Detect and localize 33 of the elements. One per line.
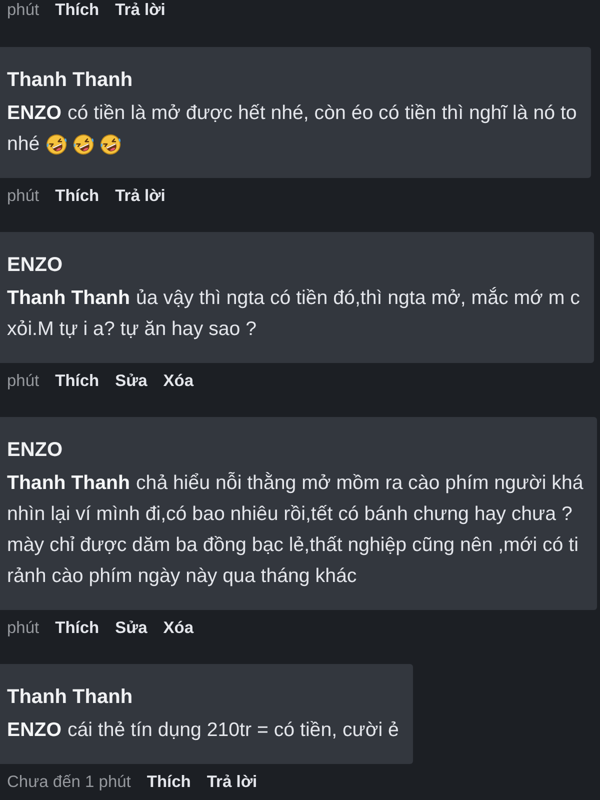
comment-time: phút (7, 0, 40, 20)
comment-time: Chưa đến 1 phút (7, 772, 131, 792)
laughing-emoji-icon (46, 134, 67, 155)
comment-action-link[interactable]: Thích (146, 772, 191, 792)
comment-text: Thanh Thanh ủa vậy thì ngta có tiền đó,thì ngta mở, mắc mớ m c (7, 286, 580, 311)
comment-author[interactable]: Thanh Thanh (7, 682, 399, 712)
comment-action-link[interactable]: Xóa (163, 618, 194, 638)
comment-action-link[interactable]: Trả lời (115, 186, 166, 206)
comment-time: phút (7, 371, 40, 391)
comment-time: phút (7, 618, 40, 638)
comment-action-link[interactable]: Sửa (115, 371, 148, 391)
comment-text: nhìn lại ví mình đi,có bao nhiêu rồi,tết có bánh chưng hay chưa ? (7, 502, 574, 527)
comment-text: ENZO cái thẻ tín dụng 210tr = có tiền, cười ẻ (7, 718, 399, 743)
laughing-emoji-icon (100, 134, 121, 155)
comment-author[interactable]: ENZO (7, 435, 584, 465)
comment-time: phút (7, 186, 40, 206)
comment-text: ENZO có tiền là mở được hết nhé, còn éo có tiền thì nghĩ là nó to (7, 101, 577, 126)
comment-text: rảnh cào phím ngày này qua tháng khác (7, 564, 358, 589)
comment-text: Thanh Thanh chả hiểu nỗi thằng mở mồm ra cào phím người khá (7, 471, 584, 496)
comment-action-link[interactable]: Thích (55, 0, 100, 20)
comment-action-link[interactable]: Trả lời (115, 0, 166, 20)
comment-author[interactable]: ENZO (7, 250, 580, 280)
comment-author[interactable]: Thanh Thanh (7, 65, 577, 95)
comment-action-link[interactable]: Thích (55, 186, 100, 206)
comment-text: xỏi.M tự i a? tự ăn hay sao ? (7, 317, 258, 342)
comment-action-link[interactable]: Thích (55, 371, 100, 391)
comment-action-link[interactable]: Thích (55, 618, 100, 638)
comment-action-link[interactable]: Sửa (115, 618, 148, 638)
comment-text: nhé (7, 132, 40, 157)
comment-text: mày chỉ được dăm ba đồng bạc lẻ,thất nghiệp cũng nên ,mới có ti (7, 533, 580, 558)
laughing-emoji-icon (72, 134, 94, 155)
comment-action-link[interactable]: Xóa (163, 371, 194, 391)
comment-action-link[interactable]: Trả lời (206, 772, 258, 792)
